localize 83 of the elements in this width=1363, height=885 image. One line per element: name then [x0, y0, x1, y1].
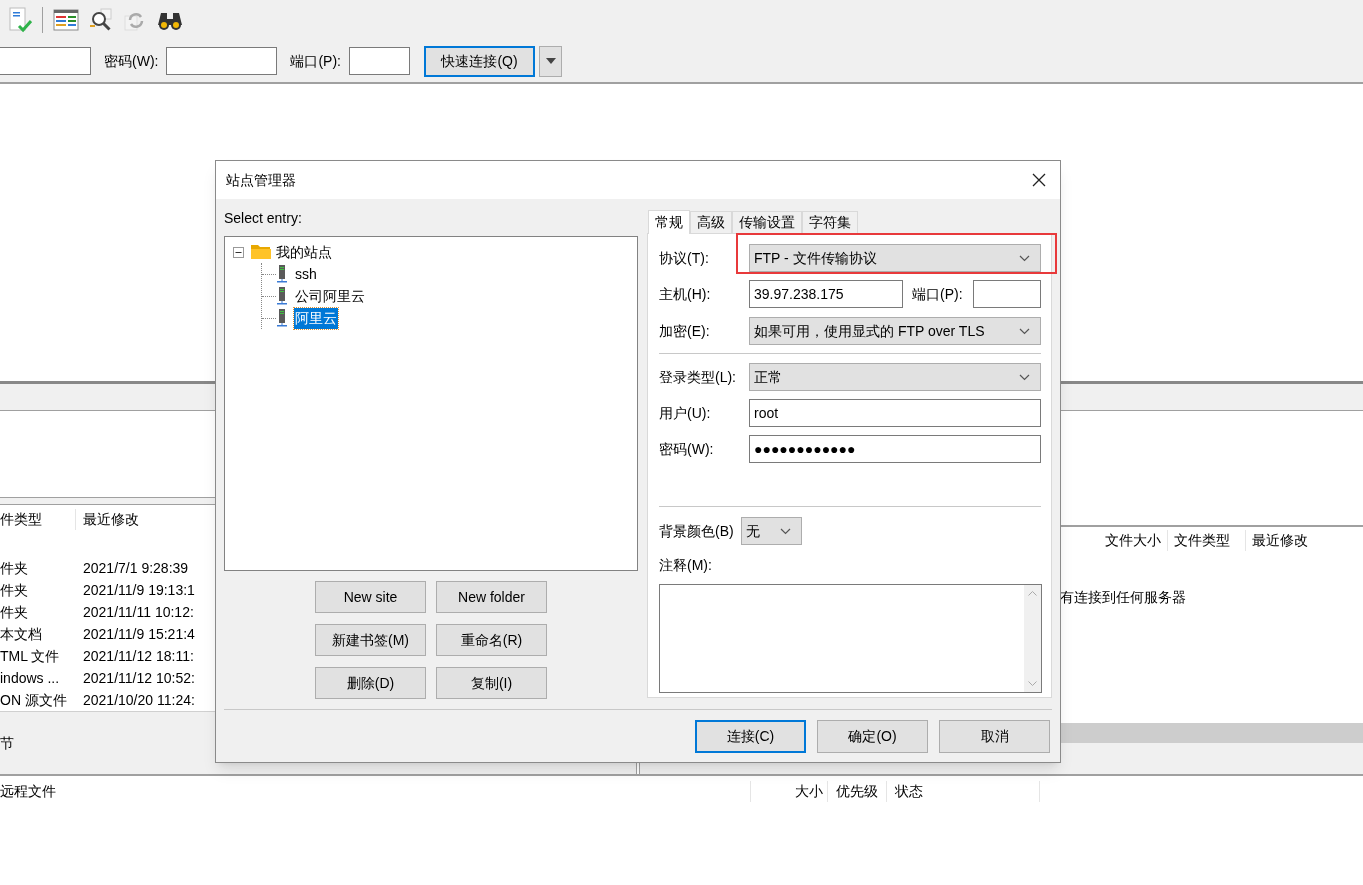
protocol-select[interactable]: FTP - 文件传输协议 [749, 244, 1041, 272]
field-label: 用户(U): [659, 403, 712, 423]
tree-item[interactable]: 阿里云 [294, 307, 338, 329]
server-icon [276, 265, 288, 283]
chevron-down-icon [1019, 254, 1030, 262]
dialog-button[interactable]: 连接(C) [695, 720, 806, 753]
column-header[interactable]: 件类型 [0, 508, 76, 530]
tab[interactable]: 字符集 [802, 211, 858, 233]
field-label: 加密(E): [659, 321, 711, 341]
server-icon [276, 287, 288, 305]
table-cell-text: TML 文件 [0, 646, 61, 666]
tab[interactable]: 高级 [690, 211, 732, 233]
column-header[interactable]: 大小 [750, 780, 828, 802]
port-field[interactable] [973, 280, 1041, 308]
user-field[interactable]: root [749, 399, 1041, 427]
tab[interactable]: 常规 [648, 210, 690, 234]
host-field[interactable]: 39.97.238.175 [749, 280, 903, 308]
tree-item[interactable]: ssh [294, 263, 318, 285]
login-type-select[interactable]: 正常 [749, 363, 1041, 391]
tree-item[interactable]: 我的站点 [275, 241, 333, 263]
select-entry-label: Select entry: [224, 209, 303, 227]
quickconnect-button[interactable]: 快速连接(Q) [424, 45, 535, 77]
table-cell-text: ON 源文件 [0, 690, 68, 710]
site-action-button[interactable]: New site [315, 581, 426, 613]
tab[interactable]: 传输设置 [732, 211, 802, 233]
field-label: 端口(P): [912, 284, 963, 304]
dialog-button[interactable]: 确定(O) [817, 720, 928, 753]
site-action-button[interactable]: New folder [436, 581, 547, 613]
chevron-down-icon [1019, 327, 1030, 335]
caret-icon [545, 58, 556, 64]
field-label: 协议(T): [659, 248, 710, 268]
table-cell-text: 件夹 [0, 581, 29, 601]
collapse-icon[interactable] [233, 246, 244, 258]
folder-icon [251, 244, 271, 260]
table-cell-text: 2021/11/9 15:21:4 [82, 625, 195, 644]
column-header[interactable]: 优先级 [828, 780, 887, 802]
dialog-button[interactable]: 取消 [939, 720, 1050, 753]
table-cell-text: 2021/11/9 19:13:1 [82, 581, 195, 601]
site-action-button[interactable]: 复制(I) [436, 667, 547, 699]
table-cell-text: 2021/11/11 10:12: [82, 603, 194, 623]
table-cell-text: indows ... [0, 668, 61, 688]
column-header[interactable]: 远程文件 [0, 780, 750, 802]
search-icon[interactable] [89, 8, 113, 32]
site-action-button[interactable]: 重命名(R) [436, 624, 547, 656]
password-field[interactable]: ●●●●●●●●●●●● [749, 435, 1041, 463]
table-cell-text: 2021/11/12 18:11: [82, 646, 194, 666]
document-check-icon[interactable] [8, 7, 32, 33]
field-label: 登录类型(L): [659, 367, 737, 387]
password-label: 密码(W): [104, 51, 159, 71]
table-cell-text: 2021/11/12 10:52: [82, 668, 195, 688]
dropdown-button[interactable] [539, 45, 562, 77]
column-header[interactable]: 文件大小 [1096, 529, 1168, 551]
status-text: 节 [0, 733, 14, 753]
field-label: 注释(M): [659, 556, 713, 575]
chevron-down-icon [779, 527, 791, 535]
comments-field[interactable] [659, 584, 1042, 693]
username-field[interactable] [0, 47, 91, 75]
table-cell-text: 件夹 [0, 603, 29, 623]
field-label: 背景颜色(B) [659, 521, 734, 541]
column-header[interactable]: 状态 [887, 780, 1040, 802]
close-icon[interactable] [1032, 173, 1046, 187]
field-label: 密码(W): [659, 439, 715, 459]
password-field[interactable] [166, 47, 278, 75]
window-title: 站点管理器 [226, 170, 296, 190]
site-action-button[interactable]: 新建书签(M) [315, 624, 426, 656]
column-header[interactable]: 最近修改 [1246, 529, 1363, 551]
background-color-select[interactable]: 无 [740, 517, 802, 545]
table-icon[interactable] [53, 9, 79, 31]
column-header[interactable]: 文件类型 [1168, 529, 1246, 551]
tree-item[interactable]: 公司阿里云 [294, 285, 366, 307]
port-field[interactable] [349, 47, 410, 75]
column-header[interactable]: 最近修改 [76, 508, 139, 530]
port-label: 端口(P): [290, 51, 341, 71]
status-message: 有连接到任何服务器 [1060, 589, 1186, 605]
table-cell-text: 件夹 [0, 559, 29, 579]
table-cell-text: 2021/7/1 9:28:39 [82, 559, 189, 579]
chevron-down-icon [1019, 373, 1030, 381]
encryption-select[interactable]: 如果可用，使用显式的 FTP over TLS [749, 317, 1041, 345]
site-action-button[interactable]: 删除(D) [315, 667, 426, 699]
table-cell-text: 本文档 [0, 625, 43, 644]
server-icon [276, 309, 288, 327]
field-label: 主机(H): [659, 284, 712, 304]
table-cell-text: 2021/10/20 11:24: [82, 690, 195, 710]
